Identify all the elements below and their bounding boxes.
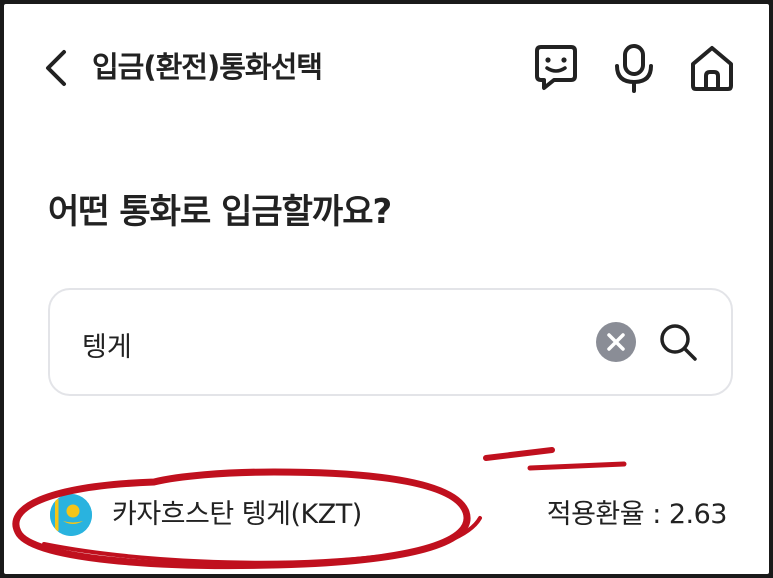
currency-search-box [48,288,733,396]
kazakhstan-flag-icon [50,494,92,536]
close-icon [607,333,625,351]
home-icon[interactable] [686,42,738,94]
currency-name: 카자흐스탄 텡게(KZT) [112,499,362,530]
top-bar: 입금(환전)통화선택 [4,4,769,130]
chatbot-icon[interactable] [530,42,582,94]
page-title: 입금(환전)통화선택 [92,50,323,84]
microphone-icon[interactable] [608,42,660,94]
currency-search-input[interactable] [82,324,542,364]
search-icon[interactable] [656,320,700,364]
currency-result-item[interactable]: 카자흐스탄 텡게(KZT) 적용환율 : 2.63 [4,474,769,564]
back-icon[interactable] [40,48,76,88]
app-screen: 입금(환전)통화선택 어떤 통화로 입금할까요? 텡게 카자흐스탄 텡게(KZT… [0,0,773,578]
clear-search-button[interactable] [596,322,636,362]
exchange-rate-text: 적용환율 : 2.63 [546,499,728,530]
question-heading: 어떤 통화로 입금할까요? [48,192,392,232]
